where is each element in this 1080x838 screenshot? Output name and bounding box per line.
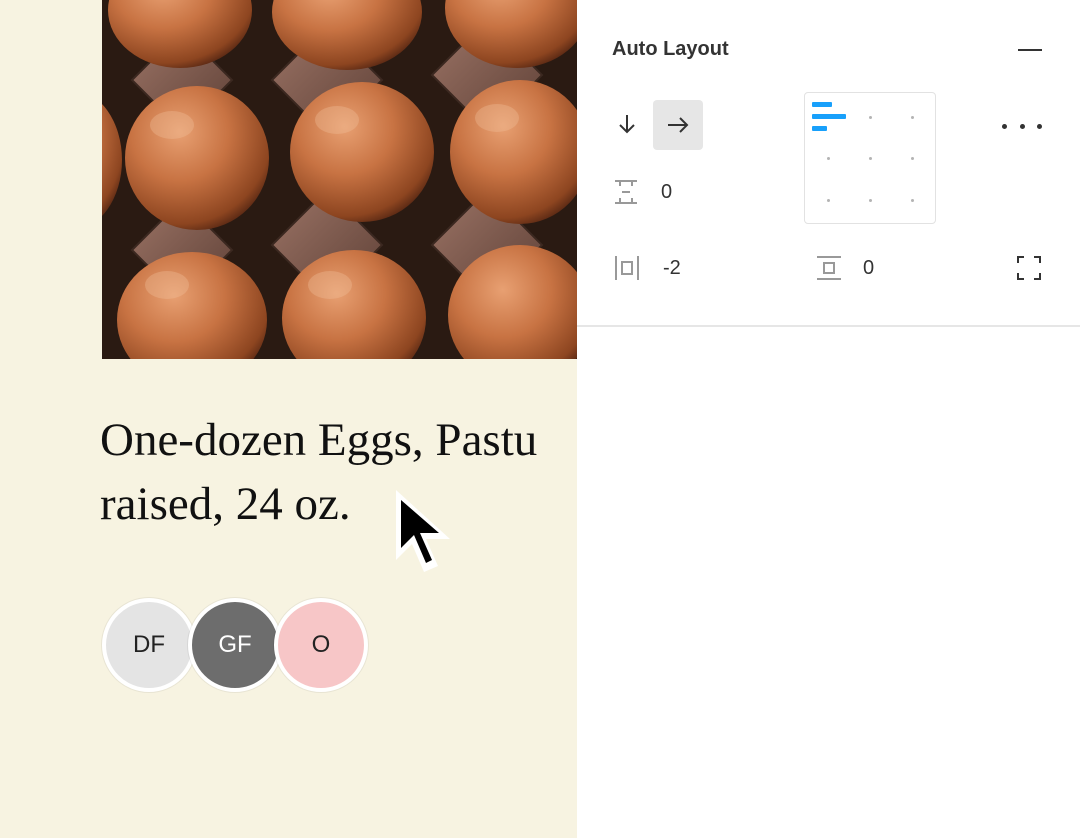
horizontal-padding-value[interactable]: -2 (663, 257, 681, 280)
section-divider (577, 325, 1080, 327)
alignment-grid[interactable] (804, 92, 936, 224)
remove-auto-layout-button[interactable] (1015, 36, 1045, 64)
alignment-bar (812, 114, 846, 119)
eggs-image (102, 0, 577, 359)
align-middle-right[interactable] (911, 157, 914, 160)
product-title[interactable]: One-dozen Eggs, Pastu raised, 24 oz. (100, 408, 577, 536)
align-top-center[interactable] (869, 116, 872, 119)
design-canvas[interactable]: One-dozen Eggs, Pastu raised, 24 oz. DF … (0, 0, 577, 838)
ellipsis-dot (1019, 123, 1025, 129)
vertical-padding-value[interactable]: 0 (863, 257, 874, 280)
align-bottom-center[interactable] (869, 199, 872, 202)
vertical-padding-icon (817, 256, 841, 280)
independent-padding-icon[interactable] (1015, 254, 1043, 282)
arrow-down-icon (619, 115, 635, 134)
auto-layout-title: Auto Layout (612, 38, 729, 60)
align-bottom-right[interactable] (911, 199, 914, 202)
align-middle-left[interactable] (827, 157, 830, 160)
mouse-pointer-icon (396, 490, 450, 572)
ellipsis-dot (1037, 123, 1042, 129)
ellipsis-dot (1002, 123, 1007, 129)
horizontal-padding-icon (615, 256, 639, 280)
badge-gluten-free[interactable]: GF (188, 598, 282, 692)
badge-organic[interactable]: O (274, 598, 368, 692)
alignment-bar (812, 102, 832, 107)
spacing-between-value[interactable]: 0 (661, 181, 672, 204)
diet-badges: DF GF O (102, 598, 382, 696)
arrow-right-icon (668, 117, 689, 133)
more-options-button[interactable] (1002, 112, 1042, 140)
properties-panel: Auto Layout 0 -2 0 (577, 0, 1080, 838)
align-top-right[interactable] (911, 116, 914, 119)
spacing-between-icon (615, 180, 637, 204)
alignment-bar (812, 126, 827, 131)
align-middle-center[interactable] (869, 157, 872, 160)
align-bottom-left[interactable] (827, 199, 830, 202)
badge-dairy-free[interactable]: DF (102, 598, 196, 692)
direction-horizontal-button[interactable] (653, 100, 703, 150)
direction-vertical-button[interactable] (611, 108, 643, 140)
eggs-photo[interactable] (102, 0, 577, 359)
minus-icon (1018, 49, 1042, 51)
